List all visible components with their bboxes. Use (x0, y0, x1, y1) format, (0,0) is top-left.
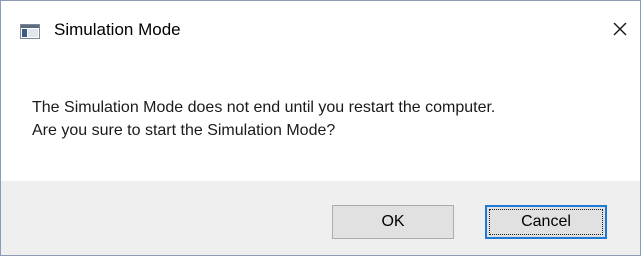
focus-ring (489, 209, 603, 235)
dialog-window: Simulation Mode The Simulation Mode does… (0, 0, 641, 256)
close-icon (612, 21, 628, 42)
cancel-button[interactable]: Cancel (485, 205, 607, 239)
message-line-2: Are you sure to start the Simulation Mod… (32, 122, 336, 139)
title-bar[interactable]: Simulation Mode (1, 1, 640, 55)
dialog-message: The Simulation Mode does not end until y… (32, 96, 495, 142)
button-bar: OK Cancel (1, 181, 640, 255)
ok-button[interactable]: OK (332, 205, 454, 239)
application-window-icon (20, 24, 40, 39)
close-button[interactable] (604, 15, 636, 47)
message-line-1: The Simulation Mode does not end until y… (32, 99, 496, 116)
dialog-title: Simulation Mode (54, 20, 181, 39)
